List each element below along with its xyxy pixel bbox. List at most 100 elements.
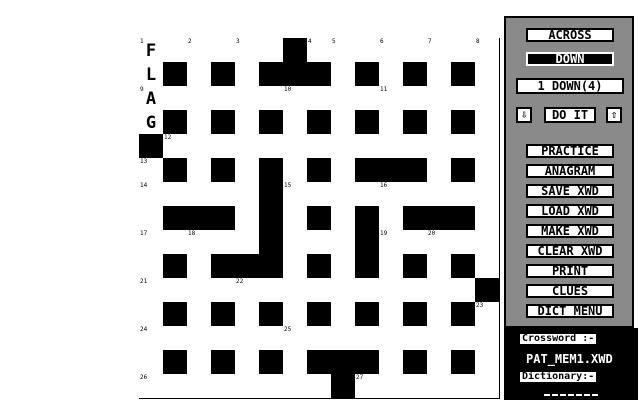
grid-cell[interactable] xyxy=(475,254,500,279)
grid-cell[interactable] xyxy=(307,230,332,255)
grid-cell[interactable] xyxy=(427,158,452,183)
grid-cell[interactable] xyxy=(259,38,284,63)
grid-cell[interactable] xyxy=(331,302,356,327)
grid-cell[interactable] xyxy=(427,62,452,87)
grid-cell[interactable] xyxy=(475,230,500,255)
grid-cell[interactable] xyxy=(307,134,332,159)
grid-cell[interactable] xyxy=(451,86,476,111)
grid-cell[interactable] xyxy=(187,302,212,327)
grid-cell[interactable] xyxy=(355,86,380,111)
grid-cell[interactable] xyxy=(163,230,188,255)
grid-cell[interactable] xyxy=(283,206,308,231)
grid-cell[interactable] xyxy=(427,374,452,399)
grid-cell[interactable] xyxy=(403,278,428,303)
down-arrow-button[interactable]: ⇩ xyxy=(516,107,532,123)
grid-cell[interactable] xyxy=(403,182,428,207)
grid-cell[interactable]: 12 xyxy=(163,134,188,159)
grid-cell[interactable] xyxy=(283,134,308,159)
grid-cell[interactable] xyxy=(187,374,212,399)
grid-cell[interactable] xyxy=(187,158,212,183)
grid-cell[interactable]: 3 xyxy=(235,38,260,63)
grid-cell[interactable] xyxy=(307,326,332,351)
grid-cell[interactable] xyxy=(475,62,500,87)
grid-cell[interactable]: 8 xyxy=(475,38,500,63)
grid-cell[interactable] xyxy=(475,350,500,375)
grid-cell[interactable]: 11 xyxy=(379,86,404,111)
grid-cell[interactable] xyxy=(283,110,308,135)
grid-cell[interactable] xyxy=(211,182,236,207)
grid-cell[interactable] xyxy=(451,38,476,63)
grid-cell[interactable]: 1F xyxy=(139,38,164,63)
grid-cell[interactable] xyxy=(187,134,212,159)
grid-cell[interactable] xyxy=(427,254,452,279)
grid-cell[interactable] xyxy=(427,110,452,135)
grid-cell[interactable] xyxy=(355,182,380,207)
grid-cell[interactable]: 22 xyxy=(235,278,260,303)
grid-cell[interactable] xyxy=(307,278,332,303)
grid-cell[interactable] xyxy=(403,38,428,63)
grid-cell[interactable]: 14 xyxy=(139,182,164,207)
grid-cell[interactable] xyxy=(235,350,260,375)
grid-cell[interactable] xyxy=(379,374,404,399)
grid-cell[interactable] xyxy=(307,182,332,207)
grid-cell[interactable] xyxy=(235,62,260,87)
grid-cell[interactable] xyxy=(211,86,236,111)
grid-cell[interactable] xyxy=(235,326,260,351)
grid-cell[interactable] xyxy=(283,254,308,279)
grid-cell[interactable] xyxy=(235,206,260,231)
grid-cell[interactable] xyxy=(211,326,236,351)
grid-cell[interactable] xyxy=(355,278,380,303)
grid-cell[interactable] xyxy=(403,374,428,399)
grid-cell[interactable] xyxy=(283,278,308,303)
do-it-button[interactable]: DO IT xyxy=(544,107,596,123)
grid-cell[interactable] xyxy=(451,278,476,303)
grid-cell[interactable] xyxy=(331,254,356,279)
grid-cell[interactable]: 21 xyxy=(139,278,164,303)
grid-cell[interactable] xyxy=(331,326,356,351)
make-xwd-button[interactable]: MAKE XWD xyxy=(526,224,614,238)
grid-cell[interactable] xyxy=(235,110,260,135)
grid-cell[interactable] xyxy=(163,86,188,111)
grid-cell[interactable]: 9A xyxy=(139,86,164,111)
grid-cell[interactable]: 15 xyxy=(283,182,308,207)
grid-cell[interactable]: G xyxy=(139,110,164,135)
clear-xwd-button[interactable]: CLEAR XWD xyxy=(526,244,614,258)
grid-cell[interactable] xyxy=(235,230,260,255)
grid-cell[interactable]: 23 xyxy=(475,302,500,327)
grid-cell[interactable]: 13 xyxy=(139,158,164,183)
grid-cell[interactable] xyxy=(331,230,356,255)
grid-cell[interactable] xyxy=(307,86,332,111)
grid-cell[interactable] xyxy=(211,374,236,399)
grid-cell[interactable] xyxy=(403,134,428,159)
grid-cell[interactable] xyxy=(427,134,452,159)
grid-cell[interactable] xyxy=(283,350,308,375)
grid-cell[interactable]: 6 xyxy=(379,38,404,63)
grid-cell[interactable] xyxy=(163,374,188,399)
grid-cell[interactable] xyxy=(235,182,260,207)
grid-cell[interactable] xyxy=(139,302,164,327)
grid-cell[interactable] xyxy=(427,278,452,303)
grid-cell[interactable] xyxy=(259,134,284,159)
grid-cell[interactable] xyxy=(475,86,500,111)
grid-cell[interactable] xyxy=(475,206,500,231)
grid-cell[interactable] xyxy=(187,278,212,303)
grid-cell[interactable] xyxy=(211,134,236,159)
across-button[interactable]: ACROSS xyxy=(526,28,614,42)
grid-cell[interactable] xyxy=(283,230,308,255)
grid-cell[interactable] xyxy=(379,134,404,159)
grid-cell[interactable] xyxy=(259,278,284,303)
grid-cell[interactable] xyxy=(307,374,332,399)
down-button[interactable]: DOWN xyxy=(526,52,614,66)
grid-cell[interactable] xyxy=(475,374,500,399)
grid-cell[interactable]: 10 xyxy=(283,86,308,111)
grid-cell[interactable] xyxy=(139,206,164,231)
dict-menu-button[interactable]: DICT MENU xyxy=(526,304,614,318)
grid-cell[interactable] xyxy=(139,350,164,375)
grid-cell[interactable] xyxy=(475,110,500,135)
grid-cell[interactable] xyxy=(187,254,212,279)
grid-cell[interactable] xyxy=(379,302,404,327)
grid-cell[interactable] xyxy=(235,302,260,327)
grid-cell[interactable] xyxy=(379,206,404,231)
crossword-grid[interactable]: 1 F 2 3 4 5 6 7 8 L 9 A 10 11 G 12 13 14 15 16 17 18 19 20 21 22 2… xyxy=(139,38,500,399)
grid-cell[interactable] xyxy=(355,38,380,63)
